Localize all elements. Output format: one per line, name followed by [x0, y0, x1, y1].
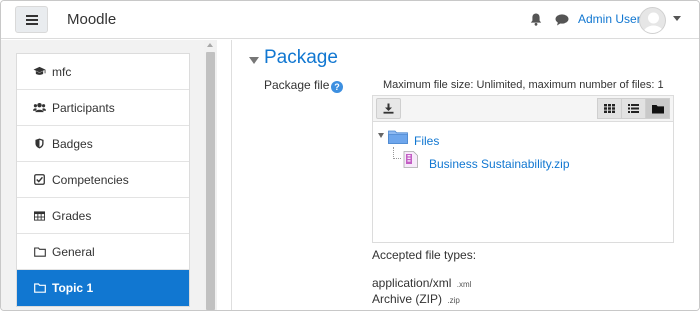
folder-icon — [33, 245, 46, 258]
scroll-up-arrow-icon[interactable] — [207, 43, 213, 47]
download-icon — [383, 103, 394, 114]
tree-folder-label[interactable]: Files — [414, 134, 439, 148]
chat-icon[interactable] — [555, 14, 569, 26]
sidebar-item-badges[interactable]: Badges — [17, 126, 189, 162]
top-navbar: Moodle Admin User — [1, 1, 699, 39]
download-button[interactable] — [376, 98, 401, 119]
sidebar-item-competencies[interactable]: Competencies — [17, 162, 189, 198]
accepted-type-ext: .zip — [447, 296, 460, 305]
user-menu-caret-icon[interactable] — [673, 16, 681, 21]
accepted-type-name: application/xml — [372, 276, 452, 290]
check-square-icon — [33, 173, 46, 186]
sidebar-item-mfc[interactable]: mfc — [17, 54, 189, 90]
table-icon — [33, 209, 46, 222]
sidebar-item-label: General — [52, 244, 95, 259]
view-tree-button[interactable] — [645, 98, 670, 119]
bell-icon[interactable] — [530, 13, 542, 26]
help-icon[interactable]: ? — [331, 81, 343, 93]
folder-solid-icon — [651, 104, 664, 113]
view-mode-toggle — [597, 98, 670, 119]
accepted-type-row: Archive (ZIP) .zip — [372, 292, 460, 306]
view-icons-button[interactable] — [597, 98, 622, 119]
main-content: Package Package file ? Maximum file size… — [231, 40, 699, 310]
section-title[interactable]: Package — [264, 47, 338, 69]
user-silhouette-icon — [643, 12, 664, 33]
sidebar-item-grades[interactable]: Grades — [17, 198, 189, 234]
view-list-button[interactable] — [621, 98, 646, 119]
users-icon — [33, 101, 46, 114]
hamburger-icon — [25, 14, 38, 25]
zip-file-icon[interactable] — [403, 151, 418, 168]
course-nav-list: mfc Participants Badges Competencies Gra… — [16, 53, 190, 307]
sidebar-item-label: Badges — [52, 136, 93, 151]
tree-connector — [393, 147, 401, 159]
sidebar-item-label: mfc — [52, 64, 72, 79]
drawer-scrollbar[interactable] — [204, 40, 217, 310]
user-menu-name[interactable]: Admin User — [578, 12, 641, 26]
menu-toggle-button[interactable] — [15, 6, 48, 33]
folder-icon — [33, 282, 46, 295]
scroll-thumb[interactable] — [206, 52, 215, 310]
folder-icon[interactable] — [388, 130, 408, 144]
avatar[interactable] — [639, 7, 666, 34]
shield-icon — [33, 137, 46, 150]
max-file-size-text: Maximum file size: Unlimited, maximum nu… — [383, 79, 664, 91]
sidebar-item-label: Participants — [52, 100, 115, 115]
accepted-types-heading: Accepted file types: — [372, 248, 477, 262]
sidebar-item-topic-1[interactable]: Topic 1 — [17, 270, 189, 306]
filepicker-toolbar — [372, 95, 674, 122]
graduation-cap-icon — [33, 65, 46, 78]
tree-expand-caret-icon[interactable] — [378, 133, 384, 138]
section-collapse-caret-icon[interactable] — [249, 57, 259, 64]
accepted-type-row: application/xml .xml — [372, 276, 471, 290]
app-window: Moodle Admin User mfc Participants Badge… — [0, 0, 700, 311]
nav-drawer: mfc Participants Badges Competencies Gra… — [1, 40, 217, 310]
tree-file-label[interactable]: Business Sustainability.zip — [429, 157, 570, 171]
sidebar-item-label: Topic 1 — [52, 281, 94, 295]
list-icon — [628, 104, 639, 113]
filepicker-tree-area[interactable]: Files Business Sustainability.zip — [372, 122, 674, 243]
grid-icon — [604, 104, 615, 113]
sidebar-item-label: Grades — [52, 208, 92, 223]
accepted-type-name: Archive (ZIP) — [372, 292, 443, 306]
sidebar-item-general[interactable]: General — [17, 234, 189, 270]
site-brand[interactable]: Moodle — [67, 11, 116, 28]
sidebar-item-label: Competencies — [52, 172, 129, 187]
package-file-label: Package file — [264, 78, 330, 92]
accepted-type-ext: .xml — [456, 280, 472, 289]
sidebar-item-participants[interactable]: Participants — [17, 90, 189, 126]
